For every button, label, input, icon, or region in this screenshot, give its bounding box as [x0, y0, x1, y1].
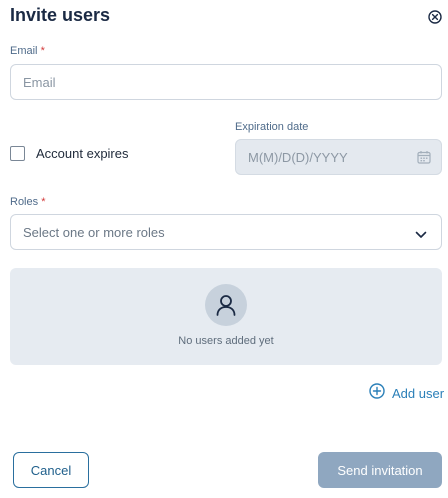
account-expires-label: Account expires: [36, 146, 129, 161]
empty-state-text: No users added yet: [178, 335, 274, 347]
email-field[interactable]: Email: [10, 64, 442, 100]
roles-select[interactable]: Select one or more roles: [10, 214, 442, 250]
roles-required-mark: *: [41, 196, 46, 208]
expiration-date-placeholder: M(M)/D(D)/YYYY: [248, 149, 348, 165]
roles-placeholder: Select one or more roles: [23, 224, 165, 240]
roles-label-text: Roles: [10, 196, 39, 208]
send-invitation-button[interactable]: Send invitation: [318, 452, 442, 488]
add-user-button[interactable]: Add user: [369, 383, 444, 404]
account-expires-checkbox[interactable]: [10, 146, 25, 161]
user-icon: [205, 284, 247, 326]
chevron-down-icon: [415, 228, 427, 243]
close-icon[interactable]: [428, 10, 442, 24]
dialog-title: Invite users: [10, 5, 111, 25]
expiration-date-field: M(M)/D(D)/YYYY: [235, 139, 442, 175]
email-label: Email *: [10, 45, 45, 57]
email-placeholder: Email: [23, 74, 56, 90]
cancel-label: Cancel: [30, 462, 72, 478]
expiration-date-label: Expiration date: [235, 121, 309, 133]
users-list-panel: No users added yet: [10, 268, 442, 365]
add-user-label: Add user: [392, 386, 445, 401]
calendar-icon: [417, 150, 431, 167]
roles-label: Roles *: [10, 196, 45, 208]
email-required-mark: *: [40, 45, 45, 57]
send-invitation-label: Send invitation: [337, 462, 423, 478]
cancel-button[interactable]: Cancel: [13, 452, 89, 488]
email-label-text: Email: [10, 45, 38, 57]
plus-circle-icon: [369, 383, 385, 404]
